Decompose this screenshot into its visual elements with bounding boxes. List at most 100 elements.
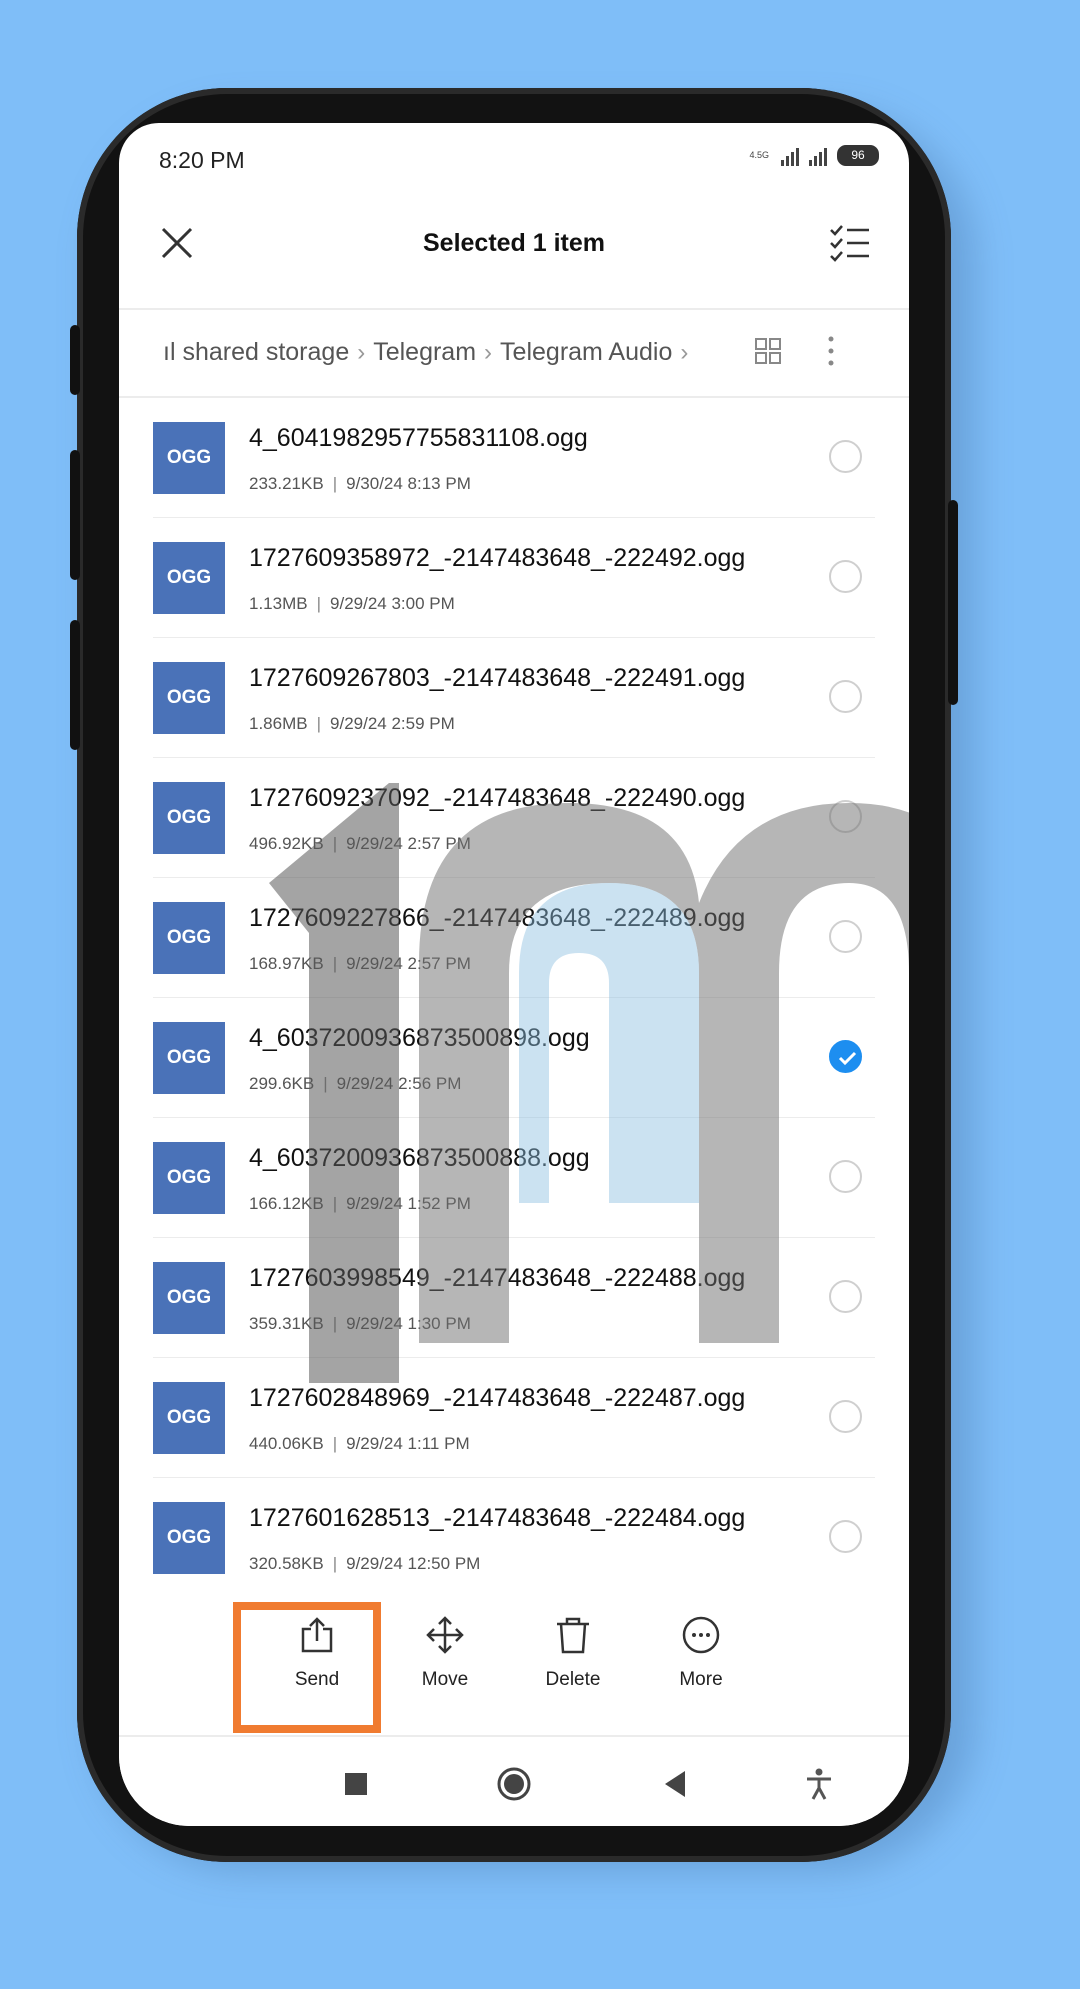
network-type-label: 4.5G — [749, 150, 769, 160]
file-meta: 233.21KB | 9/30/24 8:13 PM — [249, 474, 471, 494]
file-meta: 299.6KB | 9/29/24 2:56 PM — [249, 1074, 461, 1094]
file-date: 9/29/24 2:56 PM — [336, 1074, 462, 1093]
delete-label: Delete — [545, 1669, 601, 1690]
file-meta: 496.92KB | 9/29/24 2:57 PM — [249, 834, 471, 854]
more-horizontal-icon — [682, 1616, 720, 1654]
file-row[interactable]: OGG 1727601628513_-2147483648_-222484.ogg… — [153, 1478, 875, 1598]
selection-header: Selected 1 item — [119, 193, 909, 308]
chevron-right-icon: › — [680, 338, 689, 366]
file-date: 9/29/24 1:52 PM — [346, 1194, 471, 1213]
breadcrumb: ıl shared storage › Telegram › Telegram … — [119, 310, 909, 398]
file-meta: 1.86MB | 9/29/24 2:59 PM — [249, 714, 455, 734]
checked-radio-icon[interactable] — [829, 1040, 862, 1073]
file-size: 440.06KB — [249, 1434, 324, 1453]
file-row[interactable]: OGG 4_6041982957755831108.ogg 233.21KB | 9/3… — [153, 398, 875, 518]
file-row[interactable]: OGG 1727602848969_-2147483648_-222487.ogg… — [153, 1358, 875, 1478]
file-meta: 166.12KB | 9/29/24 1:52 PM — [249, 1194, 471, 1214]
page-title: Selected 1 item — [422, 229, 606, 257]
accessibility-icon[interactable] — [802, 1767, 836, 1801]
radio-icon[interactable] — [829, 1520, 862, 1553]
chevron-right-icon: › — [484, 338, 493, 366]
file-size: 299.6KB — [249, 1074, 315, 1093]
radio-icon[interactable] — [829, 680, 862, 713]
meta-separator: | — [323, 1074, 328, 1093]
radio-icon[interactable] — [829, 800, 862, 833]
file-size: 496.92KB — [249, 834, 324, 853]
chevron-right-icon: › — [357, 338, 366, 366]
move-label: Move — [421, 1669, 469, 1690]
radio-icon[interactable] — [829, 920, 862, 953]
trash-icon — [557, 1617, 589, 1654]
file-date: 9/29/24 2:57 PM — [346, 834, 471, 853]
file-size: 168.97KB — [249, 954, 324, 973]
file-date: 9/29/24 12:50 PM — [346, 1554, 481, 1573]
radio-icon[interactable] — [829, 1160, 862, 1193]
radio-icon[interactable] — [829, 560, 862, 593]
breadcrumb-item-storage[interactable]: ıl shared storage — [163, 338, 349, 367]
back-icon[interactable] — [659, 1767, 693, 1801]
move-icon — [426, 1616, 464, 1654]
file-meta: 359.31KB | 9/29/24 1:30 PM — [249, 1314, 471, 1334]
file-row[interactable]: OGG 1727609358972_-2147483648_-222492.ogg… — [153, 518, 875, 638]
home-icon[interactable] — [497, 1767, 531, 1801]
grid-view-icon[interactable] — [754, 337, 782, 365]
meta-separator: | — [332, 474, 338, 493]
file-date: 9/30/24 8:13 PM — [346, 474, 471, 493]
meta-separator: | — [332, 1194, 338, 1213]
file-row[interactable]: OGG 1727609267803_-2147483648_-222491.ogg… — [153, 638, 875, 758]
meta-separator: | — [332, 1434, 338, 1453]
file-date: 9/29/24 2:59 PM — [330, 714, 455, 733]
ogg-file-icon: OGG — [153, 1022, 225, 1094]
volume-button-top — [70, 325, 80, 395]
file-name: 1727609227866_-2147483648_-222489.ogg — [249, 904, 746, 932]
file-size: 233.21KB — [249, 474, 324, 493]
radio-icon[interactable] — [829, 1280, 862, 1313]
file-row[interactable]: OGG 4_6037200936873500898.ogg 299.6KB | 9/29… — [153, 998, 875, 1118]
file-size: 166.12KB — [249, 1194, 324, 1213]
more-button[interactable]: More — [637, 1585, 765, 1735]
breadcrumb-path: ıl shared storage › Telegram › Telegram … — [163, 338, 688, 367]
breadcrumb-item-telegram-audio[interactable]: Telegram Audio — [500, 338, 672, 367]
file-meta: 1.13MB | 9/29/24 3:00 PM — [249, 594, 455, 614]
file-list: OGG 4_6041982957755831108.ogg 233.21KB | 9/3… — [119, 398, 909, 1598]
power-button — [948, 500, 958, 705]
ogg-file-icon: OGG — [153, 1262, 225, 1334]
move-button[interactable]: Move — [381, 1585, 509, 1735]
battery-icon: 96 — [837, 145, 879, 166]
file-name: 4_6037200936873500898.ogg — [249, 1024, 590, 1052]
file-name: 1727609267803_-2147483648_-222491.ogg — [249, 664, 746, 692]
file-row[interactable]: OGG 1727603998549_-2147483648_-222488.ogg… — [153, 1238, 875, 1358]
more-vertical-icon[interactable] — [827, 335, 835, 367]
system-nav-bar — [119, 1735, 909, 1826]
select-all-icon[interactable] — [829, 223, 871, 263]
status-bar: 8:20 PM 4.5G 96 — [119, 123, 909, 193]
file-name: 4_6037200936873500888.ogg — [249, 1144, 590, 1172]
meta-separator: | — [332, 954, 338, 973]
file-meta: 440.06KB | 9/29/24 1:11 PM — [249, 1434, 470, 1454]
ogg-file-icon: OGG — [153, 1502, 225, 1574]
file-row[interactable]: OGG 1727609227866_-2147483648_-222489.ogg… — [153, 878, 875, 998]
signal-icon — [781, 146, 799, 166]
breadcrumb-item-telegram[interactable]: Telegram — [373, 338, 476, 367]
ogg-file-icon: OGG — [153, 662, 225, 734]
battery-level: 96 — [851, 148, 865, 162]
meta-separator: | — [316, 594, 322, 613]
file-date: 9/29/24 1:11 PM — [346, 1434, 470, 1453]
signal-icon-2 — [809, 146, 827, 166]
meta-separator: | — [332, 1554, 338, 1573]
file-name: 1727602848969_-2147483648_-222487.ogg — [249, 1384, 746, 1412]
send-highlight-box — [233, 1602, 381, 1733]
file-row[interactable]: OGG 4_6037200936873500888.ogg 166.12KB | 9/2… — [153, 1118, 875, 1238]
radio-icon[interactable] — [829, 440, 862, 473]
file-row[interactable]: OGG 1727609237092_-2147483648_-222490.ogg… — [153, 758, 875, 878]
meta-separator: | — [316, 714, 322, 733]
file-meta: 168.97KB | 9/29/24 2:57 PM — [249, 954, 471, 974]
delete-button[interactable]: Delete — [509, 1585, 637, 1735]
radio-icon[interactable] — [829, 1400, 862, 1433]
ogg-file-icon: OGG — [153, 902, 225, 974]
recent-apps-icon[interactable] — [339, 1767, 373, 1801]
file-name: 1727601628513_-2147483648_-222484.ogg — [249, 1504, 746, 1532]
file-size: 359.31KB — [249, 1314, 324, 1333]
file-meta: 320.58KB | 9/29/24 12:50 PM — [249, 1554, 480, 1574]
file-size: 320.58KB — [249, 1554, 324, 1573]
